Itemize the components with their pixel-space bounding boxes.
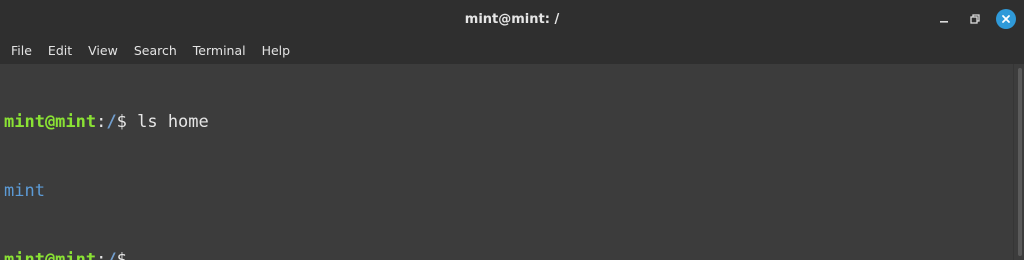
prompt-path: / [106, 112, 117, 132]
terminal-output[interactable]: mint@mint:/$ ls home mint mint@mint:/$ [0, 64, 1014, 260]
prompt-symbol: $ [116, 112, 138, 132]
menu-search[interactable]: Search [126, 38, 185, 64]
menu-bar: File Edit View Search Terminal Help [0, 38, 1024, 64]
title-bar[interactable]: mint@mint: / [0, 0, 1024, 38]
close-icon [1002, 15, 1010, 23]
restore-icon [970, 14, 980, 24]
minimize-button[interactable] [934, 9, 954, 29]
close-button[interactable] [996, 9, 1016, 29]
prompt-separator: : [96, 250, 107, 260]
menu-help[interactable]: Help [254, 38, 299, 64]
prompt-path: / [106, 250, 117, 260]
command-text: ls home [137, 112, 209, 132]
scrollbar[interactable] [1013, 64, 1024, 260]
terminal-line: mint@mint:/$ ls home [4, 111, 1014, 134]
output-directory: mint [4, 181, 45, 201]
prompt-user: mint@mint [4, 112, 97, 132]
minimize-icon [940, 21, 948, 23]
menu-file[interactable]: File [3, 38, 40, 64]
terminal-line: mint [4, 180, 1014, 203]
terminal-window: mint@mint: / File Edit View Search Termi… [0, 0, 1024, 260]
prompt-symbol: $ [116, 250, 127, 260]
prompt-separator: : [96, 112, 107, 132]
menu-terminal[interactable]: Terminal [185, 38, 254, 64]
window-title: mint@mint: / [464, 11, 560, 27]
scrollbar-thumb[interactable] [1018, 68, 1022, 256]
window-controls [923, 9, 1016, 29]
menu-edit[interactable]: Edit [40, 38, 80, 64]
maximize-button[interactable] [965, 9, 985, 29]
menu-view[interactable]: View [80, 38, 126, 64]
terminal-line: mint@mint:/$ [4, 249, 1014, 260]
prompt-user: mint@mint [4, 250, 97, 260]
